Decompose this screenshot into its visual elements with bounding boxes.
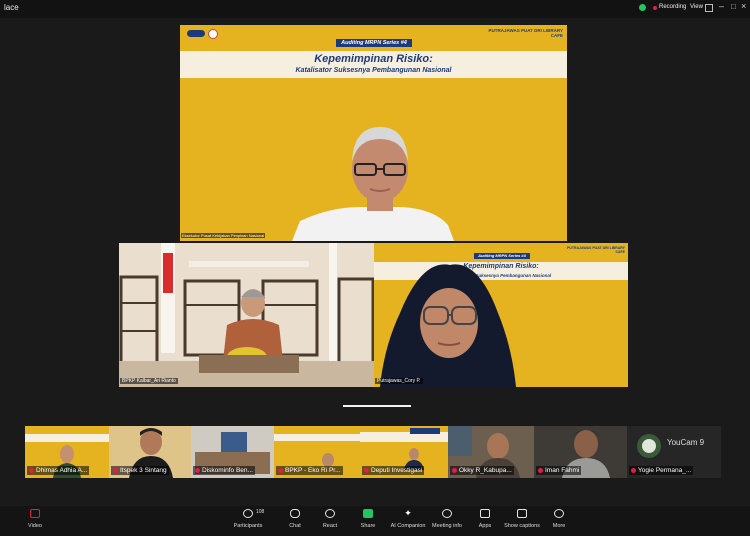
participant-tile-bpkp-kalbar[interactable]: BPKP Kalbar_Ari Rianto	[119, 243, 374, 387]
participant-name-tag: BPKP Kalbar_Ari Rianto	[120, 378, 178, 384]
mic-muted-icon	[364, 467, 369, 473]
apps-icon	[480, 509, 490, 518]
participant-name-tag: Putrajawas_Cory P.	[375, 378, 423, 384]
mic-muted-icon	[278, 467, 283, 473]
gallery-tile[interactable]: Deputi Investigasi	[360, 426, 448, 478]
participant-name-tag: Dhimas Adhia A...	[27, 466, 90, 475]
participant-name-tag: Okky R_Kabupa...	[450, 466, 514, 475]
participants-icon	[243, 509, 253, 518]
share-screen-icon	[363, 509, 373, 518]
captions-icon	[517, 509, 527, 518]
recording-dot-icon	[653, 6, 657, 10]
mic-muted-icon	[113, 467, 118, 473]
view-button[interactable]: View	[690, 4, 703, 10]
mic-muted-icon	[29, 467, 34, 473]
minimize-icon[interactable]: –	[719, 1, 724, 11]
participant-name-tag: Diskominfo Ben...	[193, 466, 255, 475]
video-button[interactable]: Video	[10, 509, 60, 529]
participant-name-tag: Iman Fahmi	[536, 466, 582, 475]
gallery-tile[interactable]: Itspek 3 Sintang	[109, 426, 191, 478]
gallery-tile[interactable]: Dhimas Adhia A...	[25, 426, 109, 478]
mic-muted-icon	[195, 467, 200, 473]
participants-count: 108	[256, 509, 265, 515]
chat-icon	[290, 509, 300, 518]
recording-label[interactable]: Recording	[659, 4, 686, 10]
maximize-icon[interactable]: □	[731, 2, 736, 11]
gallery-tile[interactable]: Iman Fahmi	[534, 426, 627, 478]
window-title-bar	[0, 0, 750, 18]
heart-icon	[325, 509, 335, 518]
participant-name-tag: Itspek 3 Sintang	[111, 466, 169, 475]
info-icon	[442, 509, 452, 518]
gallery-tile[interactable]: Okky R_Kabupa...	[448, 426, 534, 478]
gallery-tile[interactable]: BPKP - Eko Ri Pr...	[274, 426, 360, 478]
more-button[interactable]: More	[534, 509, 584, 529]
video-off-icon	[30, 509, 40, 518]
gallery-tile[interactable]: YouCam 9 Yogie Permana_...	[627, 426, 721, 478]
participant-name-tag: Yogie Permana_...	[629, 466, 694, 475]
gallery-tile[interactable]: Diskominfo Ben...	[191, 426, 274, 478]
more-icon	[554, 509, 564, 518]
main-speaker-tile[interactable]: Auditing MRPN Series #4 PUTRAJAWAS PUAT …	[180, 25, 567, 241]
speaker-video	[292, 127, 454, 241]
participant-name-tag: BPKP - Eko Ri Pr...	[276, 466, 343, 475]
shield-icon[interactable]	[639, 4, 646, 11]
participant-name-tag: Deputi Investigasi	[362, 466, 425, 475]
grid-view-icon[interactable]	[705, 4, 713, 12]
speaker-name-tag: Eksekutor Pusat Kebijakan Pimpinan Nasio…	[181, 233, 266, 238]
mic-muted-icon	[538, 467, 543, 473]
participant-tile-putrajawas[interactable]: Auditing MRPN Series #4 PUTRAJAWAS PUAT …	[374, 243, 628, 387]
youcam-label: YouCam 9	[667, 438, 705, 447]
close-icon[interactable]: ×	[741, 1, 746, 11]
page-indicator[interactable]	[343, 405, 411, 407]
participant-video	[380, 264, 516, 387]
window-title: lace	[4, 3, 19, 12]
mic-muted-icon	[452, 467, 457, 473]
mic-muted-icon	[631, 467, 636, 473]
participant-video	[119, 243, 374, 387]
participants-button[interactable]: 108 Participants	[223, 509, 273, 529]
